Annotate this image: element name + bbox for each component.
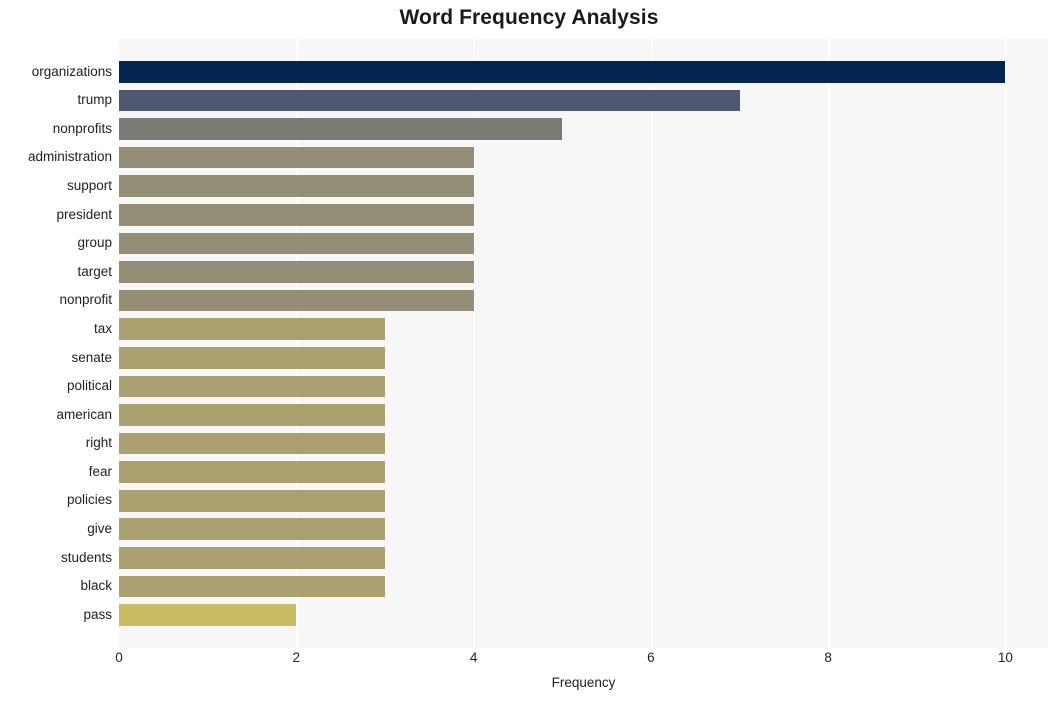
bar-row <box>119 429 1048 458</box>
y-axis-tick-label: tax <box>93 320 112 336</box>
bar-row <box>119 372 1048 401</box>
bar[interactable] <box>119 461 385 483</box>
bar-row <box>119 315 1048 344</box>
bar-row <box>119 572 1048 601</box>
y-axis-tick-label: president <box>56 206 112 222</box>
y-axis-tick-label: support <box>66 177 112 193</box>
y-axis-tick-label: policies <box>66 492 112 508</box>
bar[interactable] <box>119 118 563 140</box>
bar-row <box>119 58 1048 87</box>
y-axis-tick-label: target <box>77 263 112 279</box>
bar[interactable] <box>119 432 385 455</box>
y-axis-label-group: organizations trump nonprofits administrati… <box>0 39 112 648</box>
y-axis-tick-label: american <box>56 406 112 422</box>
y-axis-tick-label: pass <box>83 606 112 622</box>
bar[interactable] <box>119 61 1006 83</box>
bar-row <box>119 601 1048 630</box>
y-axis-tick-label: give <box>87 521 112 537</box>
bar[interactable] <box>119 404 385 426</box>
y-axis-tick-label: political <box>66 378 112 394</box>
y-axis-tick-label: students <box>60 549 112 565</box>
bar[interactable] <box>119 575 385 598</box>
bar[interactable] <box>119 289 474 312</box>
bar-row <box>119 486 1048 515</box>
y-axis-tick-label: nonprofits <box>52 120 112 136</box>
x-axis-tick-label: 0 <box>115 650 123 665</box>
bar[interactable] <box>119 89 740 112</box>
chart-figure: Word Frequency Analysis organizations tru… <box>0 0 1058 701</box>
bar-row <box>119 286 1048 315</box>
plot-area <box>119 39 1048 648</box>
x-axis-tick-label: 6 <box>647 650 655 665</box>
y-axis-tick-label: trump <box>77 92 112 108</box>
bar-row <box>119 229 1048 258</box>
bar[interactable] <box>119 261 474 283</box>
bar[interactable] <box>119 346 385 369</box>
bar-row <box>119 401 1048 430</box>
bar[interactable] <box>119 518 385 541</box>
bar[interactable] <box>119 604 297 626</box>
bar-row <box>119 344 1048 373</box>
bar[interactable] <box>119 547 385 569</box>
bar[interactable] <box>119 489 385 512</box>
bar[interactable] <box>119 375 385 398</box>
x-axis-tick-label: 4 <box>469 650 478 665</box>
bar[interactable] <box>119 232 474 255</box>
bar-row <box>119 458 1048 487</box>
y-axis-tick-label: right <box>85 435 112 451</box>
bar[interactable] <box>119 203 474 226</box>
bar-row <box>119 258 1048 287</box>
bar-row <box>119 201 1048 230</box>
x-axis-tick-label: 2 <box>292 650 301 665</box>
y-axis-tick-label: organizations <box>31 63 112 79</box>
y-axis-tick-label: administration <box>27 149 112 165</box>
bar-row <box>119 143 1048 172</box>
bar-row <box>119 515 1048 544</box>
bar-row <box>119 115 1048 144</box>
bar[interactable] <box>119 146 474 169</box>
x-axis-tick-group: 0 2 4 6 8 10 <box>115 650 1048 672</box>
x-axis-tick-label: 8 <box>824 650 832 665</box>
page-title: Word Frequency Analysis <box>399 6 659 29</box>
bar[interactable] <box>119 175 474 198</box>
y-axis-tick-label: group <box>77 235 112 251</box>
x-axis-title: Frequency <box>551 675 616 690</box>
x-axis-tick-label: 10 <box>997 650 1013 665</box>
bar[interactable] <box>119 318 385 341</box>
y-axis-tick-label: senate <box>71 349 112 365</box>
bar-row <box>119 544 1048 573</box>
bar-row <box>119 86 1048 115</box>
bar-row <box>119 172 1048 201</box>
y-axis-tick-label: nonprofit <box>59 292 112 308</box>
y-axis-tick-label: fear <box>88 463 112 479</box>
y-axis-tick-label: black <box>80 578 112 594</box>
